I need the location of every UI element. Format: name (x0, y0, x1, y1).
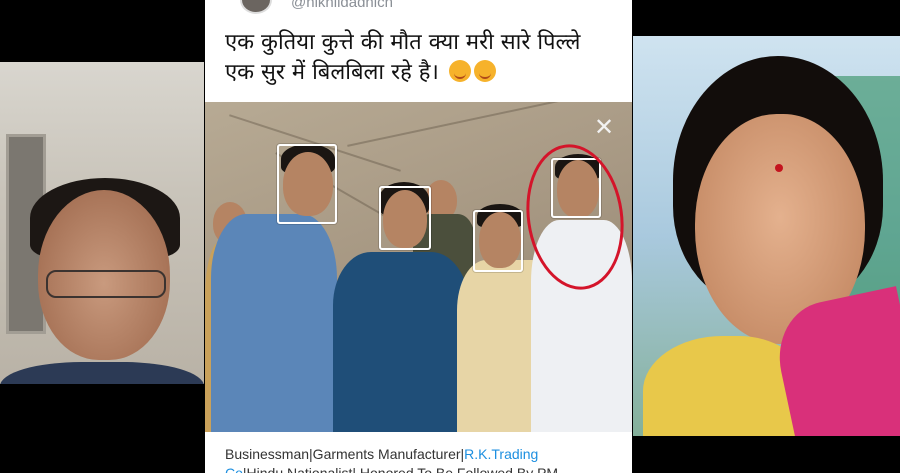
close-icon[interactable]: ✕ (593, 115, 615, 139)
bio-link[interactable]: Co (225, 465, 243, 473)
tweet-text-body: एक कुतिया कुत्ते की मौत क्या मरी सारे पि… (225, 30, 581, 85)
tweet-avatar[interactable] (240, 0, 272, 14)
face-box (277, 144, 337, 224)
bio-text: |Hindu Nationalist| Honored To Be Follow… (242, 465, 559, 473)
profile-bio-line1: Businessman|Garments Manufacturer|R.K.Tr… (225, 444, 625, 464)
tweet-text: एक कुतिया कुत्ते की मौत क्या मरी सारे पि… (225, 28, 615, 88)
tweet-photo[interactable]: ✕ (205, 102, 632, 432)
smiling-face-emoji-icon (448, 60, 471, 82)
portrait-glasses (46, 270, 166, 298)
bindi (775, 164, 783, 172)
face-box (379, 186, 431, 250)
left-portrait-photo (0, 62, 204, 384)
face-box (473, 210, 523, 272)
bio-text: Businessman|Garments Manufacturer| (225, 446, 465, 462)
tweet-card: @nikhildadhich एक कुतिया कुत्ते की मौत क… (205, 0, 632, 473)
smiling-face-emoji-icon (473, 60, 496, 82)
tweet-handle[interactable]: @nikhildadhich (291, 0, 393, 11)
profile-bio-line2: Co|Hindu Nationalist| Honored To Be Foll… (225, 463, 625, 473)
right-portrait-photo (633, 36, 900, 436)
bio-link[interactable]: R.K.Trading (464, 446, 538, 462)
portrait-shirt (0, 362, 204, 384)
